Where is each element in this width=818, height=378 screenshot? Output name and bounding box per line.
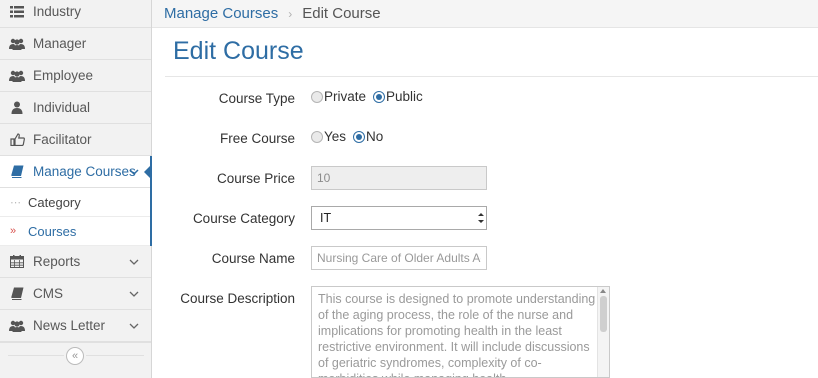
course-description-textarea[interactable]: This course is designed to promote under… (311, 286, 610, 378)
breadcrumb-current: Edit Course (302, 5, 381, 22)
sidebar-item-label: Employee (33, 68, 94, 83)
sidebar-item-cms[interactable]: CMS (0, 278, 151, 310)
course-type-public-radio[interactable] (373, 90, 386, 103)
collapse-sidebar-icon[interactable]: « (66, 347, 84, 365)
course-type-label: Course Type (218, 91, 295, 106)
free-course-no-label[interactable]: No (366, 129, 383, 144)
users-icon (9, 37, 25, 51)
submenu-item-courses[interactable]: » Courses (0, 217, 150, 246)
course-category-selected-value: IT (320, 211, 332, 225)
sidebar-item-label: CMS (33, 286, 63, 301)
course-price-input[interactable] (311, 166, 487, 190)
submenu-item-label: Category (28, 194, 81, 210)
free-course-radio-group: Yes No (311, 129, 393, 144)
page-title: Edit Course (173, 37, 304, 65)
course-name-input[interactable] (311, 246, 487, 270)
submenu-item-label: Courses (28, 223, 77, 239)
select-arrow-icon (478, 213, 484, 223)
course-description-label: Course Description (180, 291, 295, 306)
tree-marker: ⋯ (10, 196, 21, 209)
course-category-select[interactable]: IT (311, 206, 487, 230)
sidebar-item-label: Individual (33, 100, 91, 115)
chevron-down-icon[interactable] (128, 288, 140, 300)
thumbs-up-icon (9, 133, 25, 147)
double-chevron-right-icon: » (10, 225, 17, 237)
sidebar-item-employee[interactable]: Employee (0, 60, 151, 92)
sidebar-item-label: Industry (33, 4, 82, 19)
user-icon (9, 101, 25, 115)
active-notch (144, 164, 152, 180)
scroll-up-icon[interactable] (600, 289, 606, 293)
manage-courses-submenu: ⋯ Category » Courses (0, 188, 151, 246)
list-icon (9, 5, 25, 19)
free-course-label: Free Course (219, 131, 295, 146)
sidebar: Industry Manager Employee Individual Fac… (0, 0, 152, 378)
sidebar-item-reports[interactable]: Reports (0, 246, 151, 278)
divider (86, 355, 144, 356)
sidebar-item-manage-courses[interactable]: Manage Courses (0, 156, 151, 188)
book-icon (9, 287, 25, 301)
sidebar-collapse-bar: « (0, 342, 151, 378)
breadcrumb-separator-icon: › (288, 6, 293, 21)
sidebar-item-label: News Letter (33, 318, 106, 333)
course-type-radio-group: Private Public (311, 89, 433, 104)
course-category-label: Course Category (192, 211, 295, 226)
free-course-no-radio[interactable] (353, 130, 366, 143)
sidebar-item-industry[interactable]: Industry (0, 0, 151, 28)
sidebar-item-label: Manage Courses (33, 164, 136, 179)
course-name-label: Course Name (211, 251, 295, 266)
submenu-item-category[interactable]: ⋯ Category (0, 188, 150, 217)
sidebar-item-facilitator[interactable]: Facilitator (0, 124, 151, 156)
chevron-down-icon[interactable] (128, 320, 140, 332)
breadcrumb-link-manage-courses[interactable]: Manage Courses (164, 5, 278, 22)
sidebar-item-label: Manager (33, 36, 87, 51)
scrollbar-thumb[interactable] (600, 296, 607, 332)
sidebar-item-label: Reports (33, 254, 81, 269)
breadcrumb: Manage Courses › Edit Course (152, 0, 818, 28)
course-description-text: This course is designed to promote under… (318, 292, 596, 377)
title-divider (165, 76, 818, 77)
users-icon (9, 69, 25, 83)
chevron-down-icon[interactable] (128, 166, 140, 178)
sidebar-item-manager[interactable]: Manager (0, 28, 151, 60)
chevron-down-icon[interactable] (128, 256, 140, 268)
book-icon (9, 165, 25, 179)
course-type-private-label[interactable]: Private (324, 89, 366, 104)
calendar-icon (9, 255, 25, 269)
divider (8, 355, 64, 356)
course-type-private-radio[interactable] (311, 90, 323, 103)
free-course-yes-radio[interactable] (311, 130, 323, 143)
course-price-label: Course Price (216, 171, 295, 186)
free-course-yes-label[interactable]: Yes (324, 129, 346, 144)
textarea-scrollbar[interactable] (597, 287, 609, 377)
sidebar-item-news-letter[interactable]: News Letter (0, 310, 151, 342)
sidebar-item-individual[interactable]: Individual (0, 92, 151, 124)
sidebar-item-label: Facilitator (33, 132, 92, 147)
users-icon (9, 319, 25, 333)
course-type-public-label[interactable]: Public (386, 89, 423, 104)
